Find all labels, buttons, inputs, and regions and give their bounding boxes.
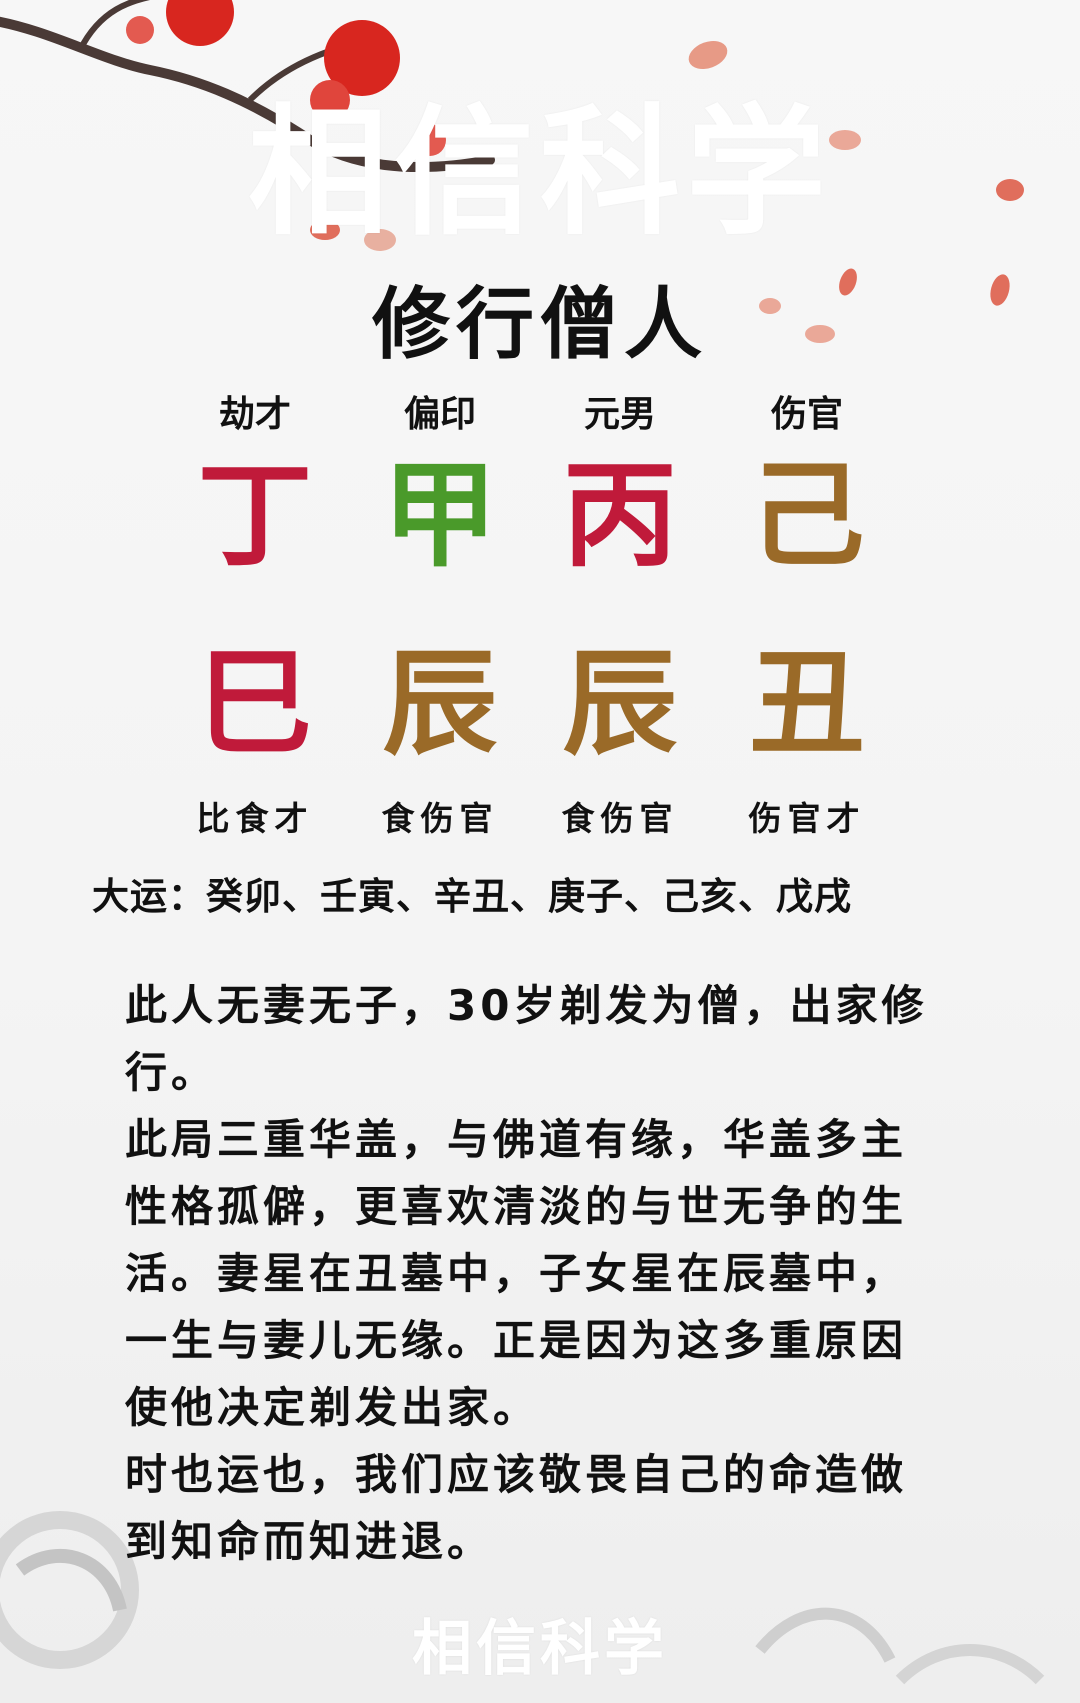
watermark-bottom: 相信科学	[412, 1614, 668, 1684]
hidden-stems-label: 食伤官	[381, 799, 499, 838]
heavenly-stem: 己	[749, 449, 865, 583]
earthly-branch: 辰	[562, 637, 678, 771]
description-paragraph: 此局三重华盖，与佛道有缘，华盖多主性格孤僻，更喜欢清淡的与世无争的生活。妻星在丑…	[125, 1115, 908, 1432]
earthly-branch: 辰	[382, 637, 498, 771]
heavenly-stem: 丙	[562, 449, 678, 583]
ten-god-label: 偏印	[403, 394, 476, 435]
hidden-stems-label: 食伤官	[561, 799, 679, 838]
description-paragraph: 此人无妻无子，30岁剃发为僧，出家修行。	[125, 981, 928, 1097]
pillar-month: 偏印 甲 辰 食伤官	[355, 385, 525, 840]
pillar-hour: 伤官 己 丑 伤官才	[722, 385, 892, 840]
description-text: 此人无妻无子，30岁剃发为僧，出家修行。 此局三重华盖，与佛道有缘，华盖多主性格…	[125, 972, 945, 1575]
watermark-top: 相信科学	[247, 92, 832, 255]
heavenly-stem: 丁	[197, 449, 313, 583]
ten-god-label: 劫才	[218, 394, 291, 435]
hidden-stems-label: 比食才	[196, 799, 314, 838]
hidden-stems-label: 伤官才	[748, 799, 866, 838]
description-paragraph: 时也运也，我们应该敬畏自己的命造做到知命而知进退。	[125, 1450, 908, 1566]
ten-god-label: 元男	[583, 394, 656, 435]
luck-pillars-line: 大运：癸卯、壬寅、辛丑、庚子、己亥、戊戌	[92, 875, 852, 918]
ten-god-label: 伤官	[770, 394, 843, 435]
heavenly-stem: 甲	[382, 449, 498, 583]
pillar-year: 劫才 丁 巳 比食才	[170, 385, 340, 840]
earthly-branch: 丑	[749, 637, 865, 771]
earthly-branch: 巳	[197, 637, 313, 771]
pillar-day: 元男 丙 辰 食伤官	[535, 385, 705, 840]
page-title: 修行僧人	[371, 280, 708, 370]
